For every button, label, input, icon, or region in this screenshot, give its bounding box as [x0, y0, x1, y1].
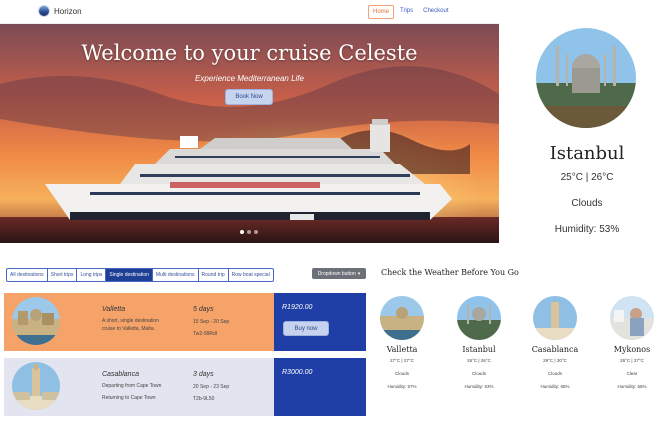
weather-temp: 26°C | 27°C: [620, 358, 644, 363]
carousel-dot-3[interactable]: [254, 230, 258, 234]
valletta-thumbnail: [12, 297, 60, 345]
weather-temp: 26°C | 26°C: [467, 358, 491, 363]
horizon-logo-icon: [38, 5, 50, 17]
weather-condition: Clear: [626, 371, 638, 376]
trip-dates: 20 Sep - 23 Sep: [193, 384, 230, 390]
filter-row-boat-special[interactable]: Row boat special: [227, 268, 274, 282]
weather-temp: 29°C | 30°C: [543, 358, 567, 363]
weather-card-mykonos: Mykonos 26°C | 27°C Clear Humidity: 65%: [599, 296, 665, 389]
weather-condition: Clouds: [394, 371, 409, 376]
featured-city-name: Istanbul: [549, 143, 625, 164]
dropdown-button[interactable]: Dropdown button ▾: [312, 268, 366, 279]
weather-humidity: Humidity: 53%: [464, 384, 494, 389]
nav-link-trips[interactable]: Trips: [396, 5, 417, 19]
trip-duration: 5 days: [193, 306, 214, 313]
filter-round-trip[interactable]: Round trip: [197, 268, 229, 282]
filter-all-destinations[interactable]: All destinations: [6, 268, 48, 282]
trip-return: Returning to Cape Town: [102, 395, 156, 401]
trip-card-casablanca: Casablanca Departing from Cape Town Retu…: [4, 358, 366, 416]
brand-name: Horizon: [54, 6, 82, 16]
casablanca-thumbnail: [12, 362, 60, 410]
weather-city: Mykonos: [613, 345, 651, 354]
trip-description: A short, single destination cruise to Va…: [102, 318, 159, 332]
trip-departure: Departing from Cape Town: [102, 383, 162, 389]
trip-code: T2b-9L50: [193, 396, 215, 402]
hero-title: Welcome to your cruise Celeste: [81, 41, 418, 65]
trip-price-panel: R3000.00: [274, 358, 366, 416]
filter-long-trips[interactable]: Long trips: [76, 268, 107, 282]
weather-humidity: Humidity: 57%: [387, 384, 417, 389]
nav-link-home[interactable]: Home: [368, 5, 395, 19]
trip-filter-group: All destinations Short trips Long trips …: [6, 268, 274, 282]
nav-link-checkout[interactable]: Checkout: [419, 5, 452, 19]
carousel-dot-1[interactable]: [240, 230, 244, 234]
trip-duration: 3 days: [193, 371, 214, 378]
weather-card-casablanca: Casablanca 29°C | 30°C Clouds Humidity: …: [522, 296, 588, 389]
trip-price: R1920.00: [282, 304, 313, 311]
carousel-indicators: [240, 230, 258, 234]
trip-card-body: Valletta A short, single destination cru…: [4, 293, 274, 351]
weather-card-istanbul: Istanbul 26°C | 26°C Clouds Humidity: 53…: [446, 296, 512, 389]
istanbul-weather-photo: [457, 296, 501, 340]
brand[interactable]: Horizon: [38, 5, 82, 17]
trip-name: Casablanca: [102, 371, 139, 378]
featured-weather-card: Istanbul 25°C | 26°C Clouds Humidity: 53…: [512, 28, 662, 243]
nav-links: Home Trips Checkout: [368, 5, 453, 19]
trip-dates: 15 Sep - 20 Sep: [193, 319, 230, 325]
weather-city: Istanbul: [462, 345, 496, 354]
page: Horizon Home Trips Checkout Welcome to y…: [0, 0, 667, 422]
weather-section-heading: Check the Weather Before You Go: [381, 268, 519, 277]
trip-price: R3000.00: [282, 369, 313, 376]
featured-temperature: 25°C | 26°C: [560, 172, 614, 183]
trip-name: Valletta: [102, 306, 126, 313]
weather-card-valletta: Valletta 27°C | 27°C Clouds Humidity: 57…: [369, 296, 435, 389]
hero-carousel[interactable]: Welcome to your cruise Celeste Experienc…: [0, 24, 499, 243]
trip-price-panel: R1920.00 Buy now: [274, 293, 366, 351]
buy-now-button[interactable]: Buy now: [283, 321, 329, 336]
filter-short-trips[interactable]: Short trips: [46, 268, 78, 282]
navbar: Horizon Home Trips Checkout: [0, 0, 499, 24]
trip-code: Tw2-99Rdl: [193, 331, 217, 337]
trip-card-valletta: Valletta A short, single destination cru…: [4, 293, 366, 351]
carousel-dot-2[interactable]: [247, 230, 251, 234]
featured-humidity: Humidity: 53%: [554, 224, 620, 235]
weather-city: Valletta: [386, 345, 418, 354]
weather-city: Casablanca: [531, 345, 579, 354]
weather-temp: 27°C | 27°C: [390, 358, 414, 363]
caret-down-icon: ▾: [357, 270, 361, 277]
istanbul-photo: [536, 28, 636, 128]
weather-humidity: Humidity: 65%: [540, 384, 570, 389]
book-now-button[interactable]: Book Now: [225, 89, 273, 105]
featured-condition: Clouds: [571, 198, 603, 209]
filter-multi-destinations[interactable]: Multi destinations: [151, 268, 199, 282]
weather-condition: Clouds: [471, 371, 486, 376]
mykonos-weather-photo: [610, 296, 654, 340]
filter-single-destination[interactable]: Single destination: [105, 268, 153, 282]
weather-humidity: Humidity: 65%: [617, 384, 647, 389]
hero-subtitle: Experience Mediterranean Life: [195, 74, 304, 83]
valletta-weather-photo: [380, 296, 424, 340]
casablanca-weather-photo: [533, 296, 577, 340]
dropdown-button-label: Dropdown button: [317, 270, 356, 277]
weather-condition: Clouds: [547, 371, 562, 376]
trip-card-body: Casablanca Departing from Cape Town Retu…: [4, 358, 274, 416]
